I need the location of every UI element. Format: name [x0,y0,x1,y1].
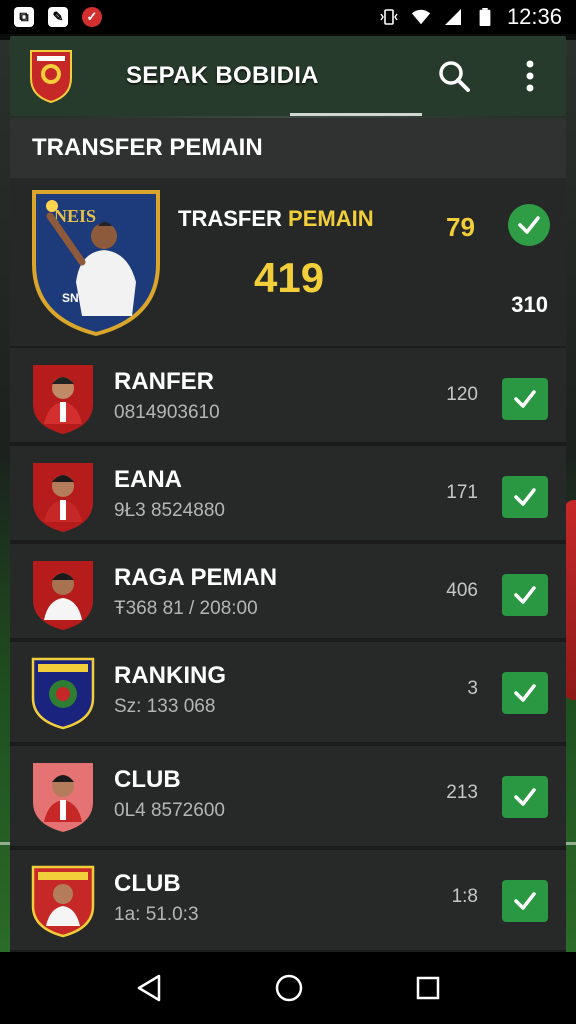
featured-transfer-card[interactable]: NEIS SN TRASFER PEMAIN 419 79 310 [10,178,566,348]
section-title: TRANSFER PEMAIN [10,118,566,178]
club-logo-icon[interactable] [28,48,74,104]
row-sub: Ŧ368 81 / 208:00 [114,598,258,619]
row-sub: 9Ł3 8524880 [114,500,225,521]
row-name: RANFER [114,368,214,395]
player-avatar [31,865,95,938]
signal-icon [444,9,461,25]
row-name: CLUB [114,766,181,793]
row-sub: 1a: 51.0:3 [114,904,199,925]
recents-icon[interactable] [415,975,441,1001]
crest-sub-text: SN [62,291,79,305]
row-sub: Sz: 133 068 [114,696,216,717]
row-value: 213 [446,782,478,803]
list-item[interactable]: RANFER 0814903610 120 [10,348,566,446]
navigation-bar [0,952,576,1024]
row-value: 3 [467,678,478,699]
featured-title-white: TRASFER [178,206,282,231]
screenshot-icon: ⧉ [14,7,34,27]
confirm-button[interactable] [502,476,548,518]
gallery-icon: ✎ [48,7,68,27]
player-avatar [33,365,93,434]
check-icon [514,892,536,910]
player-avatar [33,561,93,630]
check-icon [514,488,536,506]
home-icon[interactable] [274,973,304,1003]
confirm-button[interactable] [502,574,548,616]
clock: 12:36 [506,4,562,29]
row-value: 1:8 [451,886,478,907]
app-title: SEPAK BOBIDIA [126,62,319,89]
status-bar: ⧉ ✎ ✓ 12:36 [0,0,576,34]
featured-title-yellow: PEMAIN [288,206,374,231]
list-item[interactable]: EANA 9Ł3 8524880 171 [10,446,566,544]
featured-title: TRASFER PEMAIN [178,206,374,232]
row-sub: 0814903610 [114,402,220,423]
row-name: RAGA PEMAN [114,564,278,591]
transfer-panel: TRANSFER PEMAIN NEIS SN TRASFER PEMAIN 4… [10,118,566,954]
search-button[interactable] [436,58,472,94]
featured-confirm-button[interactable] [508,204,550,246]
crest-text: NEIS [54,206,96,226]
row-value: 406 [446,580,478,601]
confirm-button[interactable] [502,378,548,420]
list-item[interactable]: CLUB 0L4 8572600 213 [10,746,566,850]
row-value: 171 [446,482,478,503]
list-item[interactable]: RANKING Sz: 133 068 3 [10,642,566,746]
check-icon [514,684,536,702]
confirm-button[interactable] [502,776,548,818]
player-avatar [33,463,93,532]
more-vert-icon [526,60,534,92]
confirm-button[interactable] [502,880,548,922]
list-item[interactable]: CLUB 1a: 51.0:3 1:8 [10,850,566,954]
back-icon[interactable] [135,973,163,1003]
wifi-icon [411,9,431,25]
featured-value: 79 [446,212,475,242]
battery-icon [479,8,491,26]
check-icon [514,390,536,408]
row-name: RANKING [114,662,226,689]
club-crest-icon [31,657,95,730]
row-sub: 0L4 8572600 [114,800,225,821]
row-name: CLUB [114,870,181,897]
featured-big-value: 419 [254,254,325,301]
featured-sub-value: 310 [511,292,548,317]
app-bar: SEPAK BOBIDIA [10,36,566,116]
check-icon [514,788,536,806]
check-icon [514,586,536,604]
confirm-button[interactable] [502,672,548,714]
search-icon [439,61,470,92]
list-item[interactable]: RAGA PEMAN Ŧ368 81 / 208:00 406 [10,544,566,642]
check-icon [518,216,540,234]
featured-player-crest: NEIS SN [32,190,160,337]
app-notification-icon: ✓ [82,7,102,27]
player-avatar [33,763,93,832]
more-options-button[interactable] [512,58,548,94]
vibrate-icon [380,9,398,25]
row-value: 120 [446,384,478,405]
row-name: EANA [114,466,183,493]
